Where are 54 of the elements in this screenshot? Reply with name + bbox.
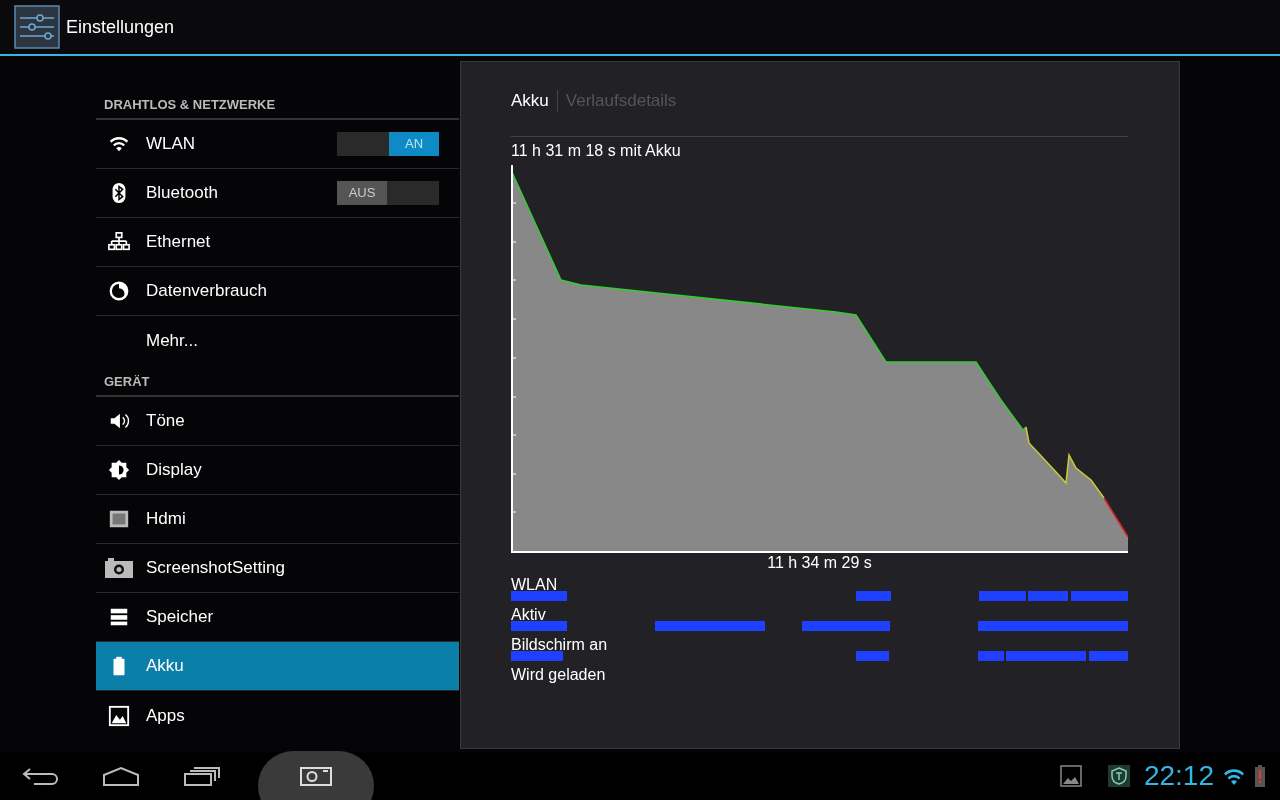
item-label: WLAN [146, 133, 197, 156]
settings-item[interactable]: Display [96, 446, 459, 495]
settings-item[interactable]: Akku [96, 642, 459, 691]
clock: 22:12 [1143, 762, 1214, 790]
settings-item[interactable]: Hdmi [96, 495, 459, 544]
graph-title: 11 h 31 m 18 s mit Akku [511, 141, 682, 161]
apps-icon [108, 704, 130, 727]
settings-item[interactable]: WLAN AN [96, 120, 459, 169]
item-label: Mehr... [146, 329, 199, 352]
section-header: DRAHTLOS & NETZWERKE [96, 92, 459, 120]
status-row-label: WLAN [511, 576, 558, 593]
battery-low-icon [1254, 765, 1266, 787]
settings-item[interactable]: ScreenshotSetting [96, 544, 459, 593]
tab[interactable]: Akku [511, 88, 549, 114]
image-icon[interactable] [1059, 765, 1082, 787]
recent-apps-icon[interactable] [184, 766, 220, 786]
item-label: Bluetooth [146, 182, 219, 205]
camera-icon [105, 557, 133, 579]
settings-item[interactable]: Datenverbrauch [96, 267, 459, 316]
camera-icon [300, 764, 332, 786]
item-label: Display [146, 459, 203, 482]
graph-axis-label: 11 h 34 m 29 s [766, 553, 873, 573]
status-row-label: Bildschirm an [511, 636, 608, 653]
home-icon[interactable] [102, 766, 140, 786]
app-title: Einstellungen [66, 15, 175, 39]
toggle-label: AUS [337, 181, 387, 205]
pie-icon [108, 280, 130, 302]
network-icon [108, 231, 130, 253]
section-header: GERÄT [96, 369, 459, 397]
toggle-label: AN [389, 132, 439, 156]
settings-item[interactable]: Töne [96, 397, 459, 446]
brightness-icon [108, 459, 130, 481]
settings-item[interactable]: Apps [96, 691, 459, 740]
status-row-label: Aktiv [511, 606, 546, 623]
item-label: Hdmi [146, 508, 187, 531]
item-label: ScreenshotSetting [146, 557, 286, 580]
settings-item[interactable]: Mehr... [96, 316, 459, 365]
settings-item[interactable]: Ethernet [96, 218, 459, 267]
shield-icon[interactable] [1107, 765, 1130, 787]
back-icon[interactable] [22, 766, 58, 786]
item-label: Akku [146, 655, 185, 678]
screenshot-button[interactable] [258, 751, 374, 800]
item-label: Ethernet [146, 231, 212, 254]
toggle-switch[interactable]: AUS [337, 181, 439, 205]
storage-icon [108, 606, 130, 628]
screen-icon [108, 508, 130, 530]
item-label: Datenverbrauch [146, 280, 268, 303]
item-label: Speicher [146, 606, 215, 629]
item-label: Töne [146, 410, 186, 433]
settings-sliders-icon[interactable] [14, 5, 60, 49]
settings-item[interactable]: Bluetooth AUS [96, 169, 459, 218]
wifi-icon [1222, 766, 1246, 786]
status-row-label: Wird geladen [511, 666, 606, 683]
item-label: Apps [146, 704, 186, 727]
